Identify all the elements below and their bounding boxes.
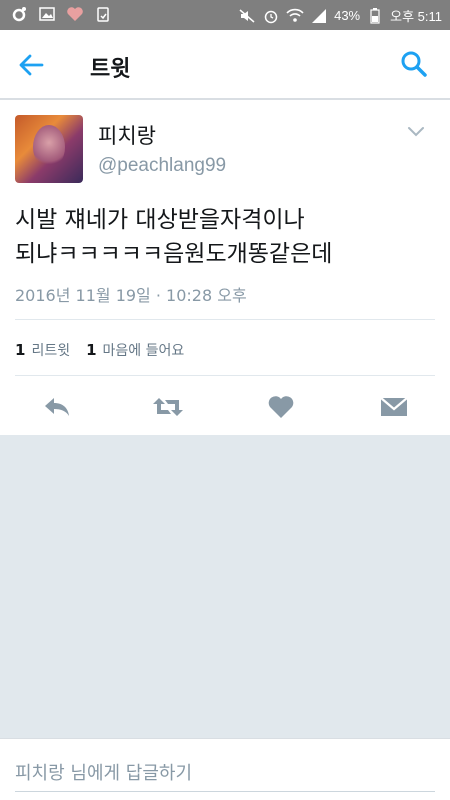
retweet-icon — [153, 398, 183, 416]
heart-app-icon — [66, 5, 84, 23]
signal-icon — [310, 7, 328, 25]
retweet-stat[interactable]: 1 리트윗 — [15, 340, 70, 360]
like-label: 마음에 들어요 — [102, 343, 185, 359]
envelope-icon — [380, 397, 408, 416]
like-stat[interactable]: 1 마음에 들어요 — [86, 340, 184, 360]
back-button[interactable] — [16, 50, 52, 80]
like-button[interactable] — [264, 392, 298, 422]
retweet-label: 리트윗 — [31, 343, 71, 359]
app-bar: 트윗 — [0, 30, 450, 100]
reply-icon — [45, 398, 69, 416]
reply-input-underline — [15, 791, 435, 792]
clipboard-icon — [94, 5, 112, 23]
ring-icon — [10, 5, 28, 23]
reply-bar: 피치랑 님에게 답글하기 — [0, 738, 450, 800]
tweet-actions — [0, 390, 450, 435]
retweet-count: 1 — [15, 341, 26, 359]
chevron-down-icon — [408, 127, 424, 137]
reply-button[interactable] — [40, 392, 74, 422]
wifi-icon — [286, 7, 304, 25]
tweet-text: 시발 쟤네가 대상받을자격이나 되냐ㅋㅋㅋㅋㅋ음원도개똥같은데 — [15, 203, 435, 271]
avatar-face — [33, 125, 65, 169]
status-bar-notifications — [10, 5, 112, 23]
tweet-card: 피치랑 @peachlang99 시발 쟤네가 대상받을자격이나 되냐ㅋㅋㅋㅋㅋ… — [0, 100, 450, 435]
battery-percent: 43% — [334, 8, 361, 23]
gallery-icon — [38, 5, 56, 23]
reply-input[interactable]: 피치랑 님에게 답글하기 — [15, 759, 192, 785]
tweet-stats: 1 리트윗 1 마음에 들어요 — [15, 340, 184, 360]
tweet-menu-button[interactable] — [406, 124, 426, 138]
search-icon — [401, 51, 427, 77]
status-time: 오후 5:11 — [390, 9, 442, 24]
retweet-button[interactable] — [151, 392, 185, 422]
avatar[interactable] — [15, 115, 83, 183]
heart-icon — [268, 396, 294, 418]
status-bar: 43% 오후 5:11 — [0, 0, 450, 30]
alarm-icon — [262, 7, 280, 25]
status-bar-system: 43% 오후 5:11 — [238, 6, 442, 25]
display-name[interactable]: 피치랑 — [98, 120, 156, 150]
battery-icon — [366, 7, 384, 25]
direct-message-button[interactable] — [377, 392, 411, 422]
tweet-timestamp: 2016년 11월 19일 · 10:28 오후 — [15, 286, 247, 305]
mute-icon — [238, 7, 256, 25]
user-handle[interactable]: @peachlang99 — [98, 155, 226, 177]
page-title: 트윗 — [90, 57, 131, 82]
tweet-text-line-2: 되냐ㅋㅋㅋㅋㅋ음원도개똥같은데 — [15, 241, 333, 267]
back-arrow-icon — [19, 54, 44, 76]
search-button[interactable] — [400, 50, 430, 80]
tweet-text-line-1: 시발 쟤네가 대상받을자격이나 — [15, 207, 305, 233]
divider — [15, 375, 435, 376]
divider — [15, 319, 435, 320]
like-count: 1 — [86, 341, 97, 359]
